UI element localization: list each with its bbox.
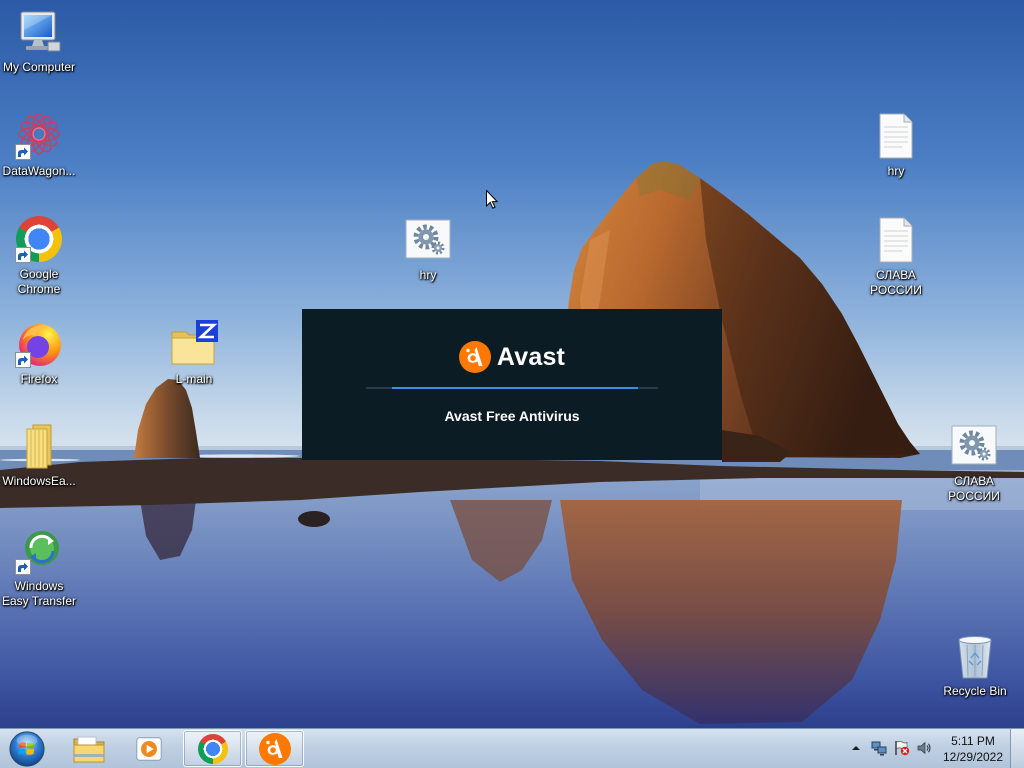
desktop-icon-hry-config[interactable]: hry — [389, 216, 467, 283]
desktop-icon-slava-rossii-config[interactable]: СЛАВА РОССИИ — [935, 422, 1013, 504]
loading-progress-bar — [366, 387, 658, 389]
text-file-icon — [872, 216, 920, 264]
config-file-icon — [950, 422, 998, 470]
taskbar-button-avast[interactable] — [245, 730, 304, 767]
firefox-icon — [15, 320, 63, 368]
arrow-pointer-icon — [486, 190, 498, 209]
avast-brand: Avast — [302, 339, 722, 375]
computer-icon — [15, 8, 63, 56]
desktop-icon-l-main[interactable]: L-main — [155, 320, 233, 387]
product-name: Avast Free Antivirus — [444, 408, 580, 424]
zip-folder-icon — [170, 320, 218, 368]
taskbar-button-media-player[interactable] — [120, 730, 178, 767]
taskbar-button-chrome[interactable] — [183, 730, 242, 767]
desktop-icon-label: Firefox — [20, 372, 58, 386]
desktop-icon-label: WindowsEa... — [2, 474, 76, 488]
show-hidden-icons-icon[interactable] — [848, 740, 864, 756]
desktop-icon-windowsea[interactable]: WindowsEa... — [0, 422, 78, 489]
chrome-icon — [197, 733, 228, 764]
desktop-icon-label: Google Chrome — [17, 267, 61, 296]
avast-splash-screen: Avast Avast Free Antivirus — [302, 309, 722, 460]
easy-transfer-icon — [15, 527, 63, 575]
archive-folder-icon — [15, 422, 63, 470]
clock-time: 5:11 PM — [951, 734, 995, 748]
desktop-icon-label: DataWagon... — [2, 164, 76, 178]
shortcut-arrow-icon — [15, 144, 31, 160]
desktop-icon-windows-easy-transfer[interactable]: Windows Easy Transfer — [0, 527, 78, 609]
config-file-icon — [404, 216, 452, 264]
desktop-icon-hry-text[interactable]: hry — [857, 112, 935, 179]
action-center-flag-icon[interactable] — [894, 740, 910, 756]
shortcut-arrow-icon — [15, 352, 31, 368]
text-file-icon — [872, 112, 920, 160]
desktop-icon-recycle-bin[interactable]: Recycle Bin — [936, 632, 1014, 699]
recycle-bin-icon — [951, 632, 999, 680]
clock-date: 12/29/2022 — [942, 750, 1004, 764]
volume-icon[interactable] — [916, 740, 932, 756]
shortcut-arrow-icon — [15, 559, 31, 575]
desktop-icon-datawagon[interactable]: DataWagon... — [0, 112, 78, 179]
desktop-icon-slava-rossii-text[interactable]: СЛАВА РОССИИ — [857, 216, 935, 298]
windows-start-orb-icon — [8, 730, 46, 768]
desktop-icon-my-computer[interactable]: My Computer — [0, 8, 78, 75]
desktop-icon-label: Windows Easy Transfer — [1, 579, 77, 608]
taskbar: 5:11 PM 12/29/2022 — [0, 728, 1024, 768]
datawagon-icon — [15, 112, 63, 160]
shortcut-arrow-icon — [15, 247, 31, 263]
windows-explorer-icon — [72, 733, 106, 765]
chrome-icon — [15, 215, 63, 263]
desktop-icon-label: My Computer — [2, 60, 76, 74]
desktop-icon-label: L-main — [175, 372, 213, 386]
desktop-icon-label: СЛАВА РОССИИ — [870, 268, 922, 297]
network-icon[interactable] — [871, 740, 887, 756]
show-desktop-button[interactable] — [1010, 729, 1024, 768]
media-player-icon — [134, 734, 164, 764]
beach-stone — [298, 511, 330, 527]
desktop-icon-label: СЛАВА РОССИИ — [948, 474, 1000, 503]
avast-logo-icon — [458, 341, 491, 373]
desktop-icon-firefox[interactable]: Firefox — [0, 320, 78, 387]
desktop-icon-label: Recycle Bin — [943, 684, 1007, 698]
taskbar-clock[interactable]: 5:11 PM 12/29/2022 — [936, 733, 1010, 765]
desktop-icon-google-chrome[interactable]: Google Chrome — [0, 215, 78, 297]
avast-icon — [258, 732, 291, 765]
desktop-icon-label: hry — [887, 164, 905, 178]
desktop-icon-label: hry — [419, 268, 437, 282]
loading-progress-fill — [392, 387, 638, 389]
avast-brand-name: Avast — [496, 343, 566, 371]
start-button[interactable] — [6, 730, 48, 767]
taskbar-button-windows-explorer[interactable] — [60, 730, 118, 767]
